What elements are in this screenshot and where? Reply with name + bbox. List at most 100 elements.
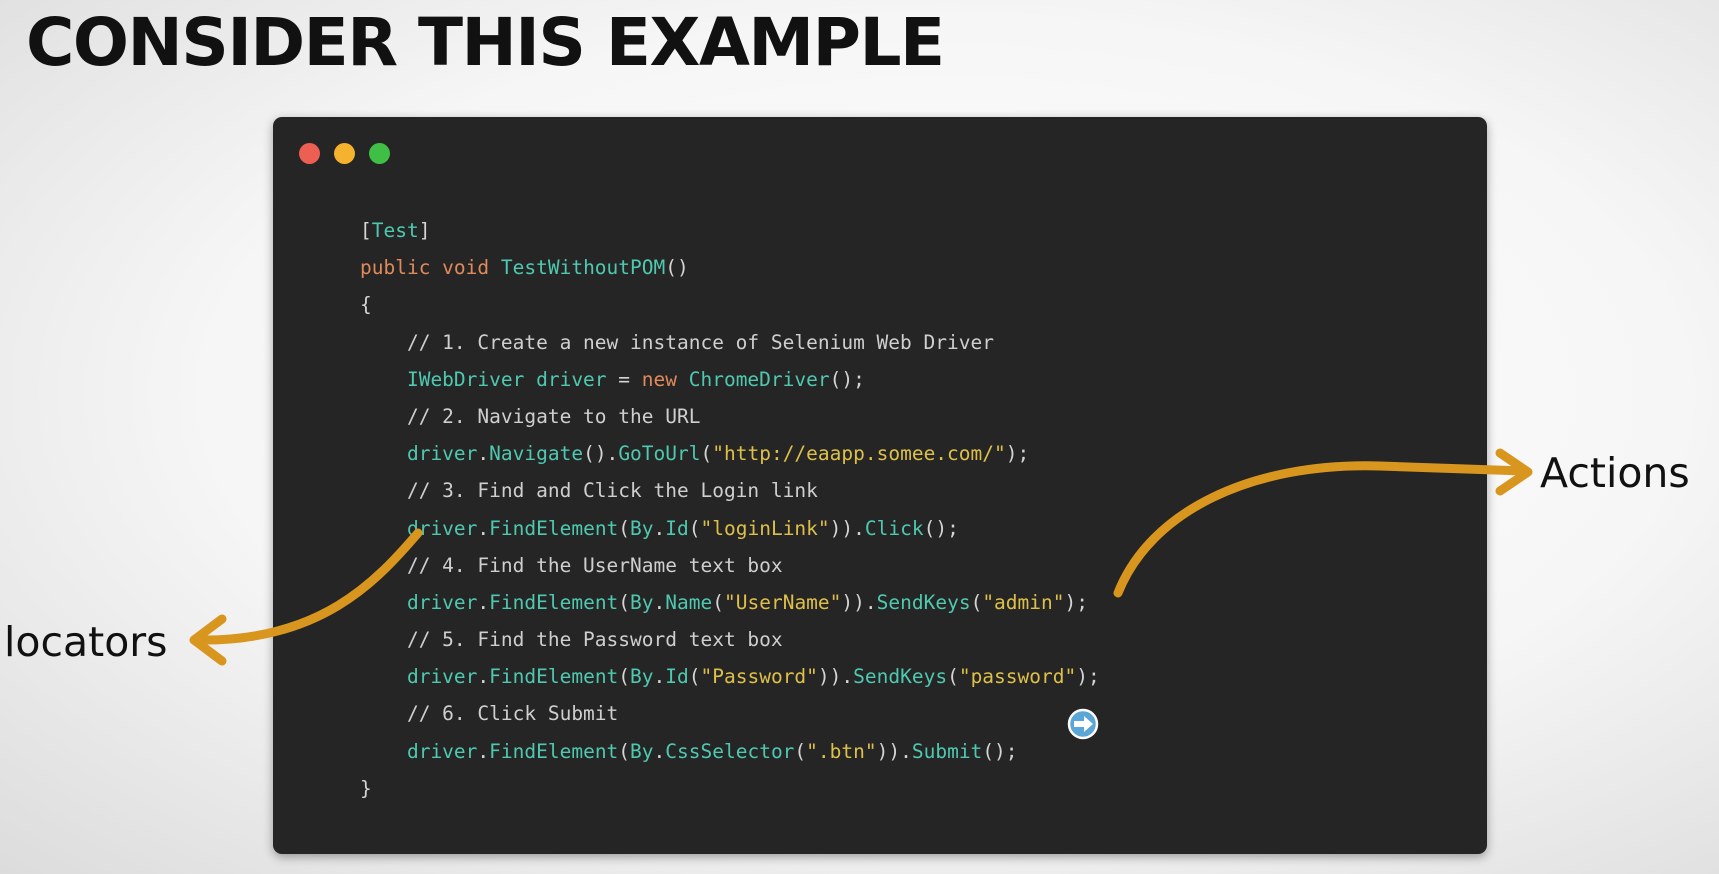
code-line: // 3. Find and Click the Login link <box>360 472 1100 509</box>
code-token-punctuation: . <box>653 590 666 614</box>
code-token-punctuation: ( <box>618 590 631 614</box>
code-token-punctuation: ( <box>700 442 713 466</box>
code-token-type: GoToUrl <box>618 442 701 466</box>
code-token-comment: // 1. Create a new instance of Selenium … <box>360 330 994 354</box>
maximize-dot[interactable] <box>369 143 390 164</box>
code-token-punctuation: )). <box>876 739 912 763</box>
code-token-type: driver <box>360 590 478 614</box>
minimize-dot[interactable] <box>334 143 355 164</box>
code-line: driver.Navigate().GoToUrl("http://eaapp.… <box>360 435 1100 472</box>
code-token-punctuation: (); <box>982 739 1018 763</box>
code-token-string: "UserName" <box>724 590 842 614</box>
code-token-punctuation: ( <box>970 590 983 614</box>
code-line: } <box>360 770 1100 807</box>
code-token-type: FindElement <box>489 665 619 689</box>
code-token-punctuation: () <box>665 256 689 280</box>
code-token-string: ".btn" <box>806 739 877 763</box>
code-token-type: Click <box>864 516 924 540</box>
code-token-punctuation: . <box>477 442 490 466</box>
locators-label: locators <box>4 618 168 666</box>
code-token-string: "Password" <box>700 665 818 689</box>
code-line: // 4. Find the UserName text box <box>360 547 1100 584</box>
actions-label: Actions <box>1540 449 1690 497</box>
code-token-punctuation: ); <box>1005 442 1030 466</box>
code-line: { <box>360 286 1100 323</box>
code-token-punctuation: . <box>653 665 666 689</box>
code-token-punctuation: ( <box>712 590 724 614</box>
code-token-type: By <box>630 516 654 540</box>
code-line: // 6. Click Submit <box>360 695 1100 732</box>
code-token-punctuation: ( <box>688 516 701 540</box>
code-token-keyword: new <box>641 367 689 391</box>
code-token-type: FindElement <box>489 739 619 763</box>
actions-arrowhead-icon <box>1495 448 1533 496</box>
slide-title: CONSIDER THIS EXAMPLE <box>26 4 945 81</box>
code-token-type: By <box>630 590 654 614</box>
code-token-type: SendKeys <box>853 665 948 689</box>
code-token-type: Test <box>371 219 419 242</box>
code-token-string: "loginLink" <box>700 516 830 540</box>
code-token-type: driver <box>360 442 478 466</box>
code-token-comment: // 3. Find and Click the Login link <box>360 479 818 503</box>
code-token-string: "password" <box>958 665 1077 689</box>
code-line: [Test] <box>360 212 1100 249</box>
code-token-type: Id <box>665 516 689 540</box>
code-token-punctuation: } <box>360 776 372 800</box>
code-line: driver.FindElement(By.Id("Password")).Se… <box>360 658 1100 695</box>
code-token-keyword: public void <box>360 256 501 280</box>
code-line: // 5. Find the Password text box <box>360 621 1100 658</box>
code-token-type: FindElement <box>489 590 619 614</box>
code-token-punctuation: . <box>653 516 666 540</box>
code-token-type: driver <box>360 665 478 689</box>
code-token-punctuation: ( <box>618 665 631 689</box>
code-token-punctuation: ( <box>947 665 959 689</box>
code-line: // 2. Navigate to the URL <box>360 398 1100 435</box>
code-token-comment: // 2. Navigate to the URL <box>360 404 701 428</box>
code-line: public void TestWithoutPOM() <box>360 249 1100 286</box>
code-token-punctuation: ( <box>618 516 631 540</box>
code-token-punctuation: ); <box>1064 590 1088 614</box>
code-window: [Test] public void TestWithoutPOM(){ // 1… <box>273 117 1487 854</box>
code-token-punctuation: ); <box>1076 665 1100 689</box>
code-token-type: By <box>630 665 654 689</box>
code-token-punctuation: . <box>477 516 490 540</box>
code-token-punctuation: ] <box>418 219 431 242</box>
code-token-string: "http://eaapp.somee.com/" <box>712 442 1006 466</box>
code-token-punctuation: { <box>360 293 372 317</box>
code-token-type: ChromeDriver <box>688 367 830 391</box>
code-token-type: SendKeys <box>876 590 971 614</box>
code-token-punctuation: )). <box>841 590 877 614</box>
code-token-punctuation: )). <box>829 516 865 540</box>
code-token-type: Navigate <box>489 442 584 466</box>
code-token-punctuation: . <box>477 590 490 614</box>
code-token-punctuation: (); <box>829 367 865 391</box>
code-token-string: "admin" <box>982 590 1065 614</box>
code-token-comment: // 4. Find the UserName text box <box>360 553 783 577</box>
code-token-punctuation: (). <box>583 442 619 466</box>
code-token-punctuation: [ <box>360 219 372 242</box>
code-token-type: Id <box>665 665 689 689</box>
code-token-type: CssSelector <box>665 739 795 763</box>
code-token-punctuation: . <box>653 739 666 763</box>
circle-arrow-cursor-icon <box>1067 708 1099 740</box>
code-token-punctuation: ( <box>688 665 701 689</box>
code-token-punctuation: = <box>618 367 642 391</box>
code-token-type: Submit <box>911 739 983 763</box>
code-token-punctuation: . <box>477 665 490 689</box>
close-dot[interactable] <box>299 143 320 164</box>
locators-arrowhead-icon <box>189 614 227 666</box>
code-token-punctuation: ( <box>794 739 807 763</box>
code-token-type: FindElement <box>489 516 619 540</box>
code-token-type: driver <box>360 739 478 763</box>
code-token-type: driver <box>360 516 478 540</box>
code-token-comment: // 5. Find the Password text box <box>360 628 783 652</box>
code-token-type: Name <box>665 590 713 614</box>
code-token-punctuation: )). <box>817 665 854 689</box>
code-token-type: IWebDriver driver <box>360 367 619 391</box>
window-controls <box>299 143 390 164</box>
code-line: driver.FindElement(By.Id("loginLink")).C… <box>360 510 1100 547</box>
code-token-comment: // 6. Click Submit <box>360 702 619 726</box>
code-line: // 1. Create a new instance of Selenium … <box>360 324 1100 361</box>
code-token-type: By <box>630 739 654 763</box>
code-token-punctuation: (); <box>923 516 959 540</box>
